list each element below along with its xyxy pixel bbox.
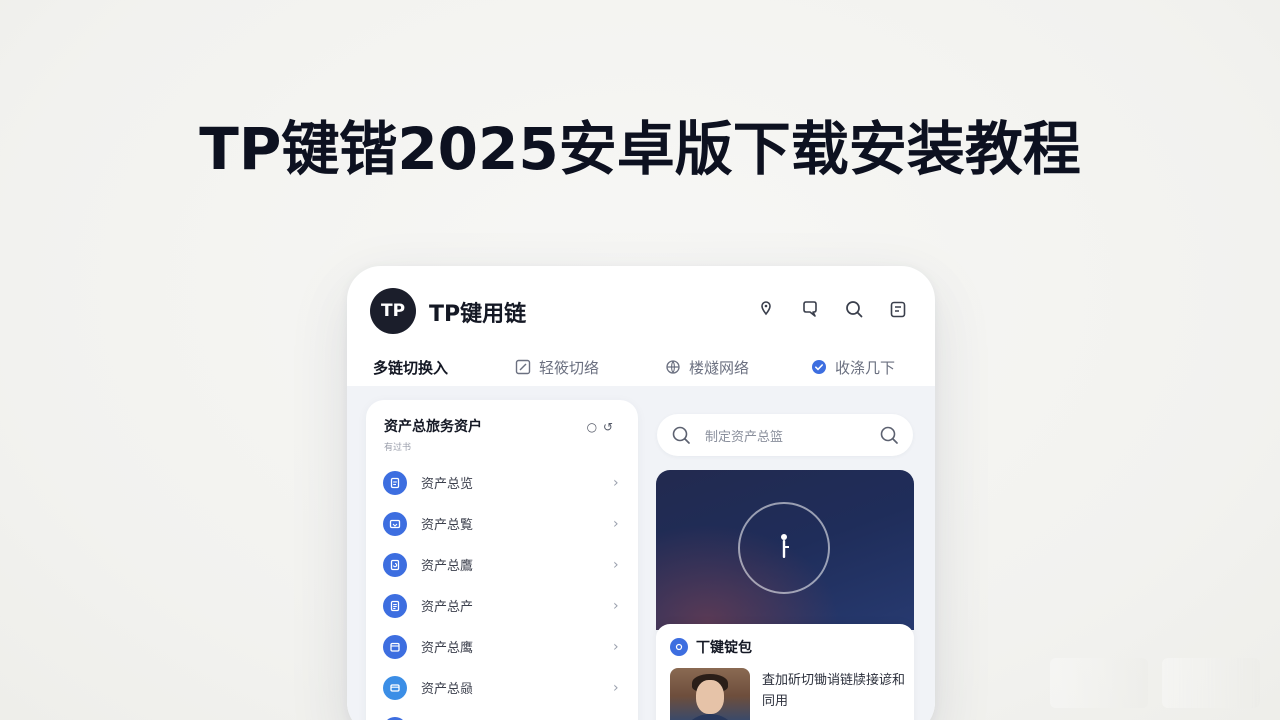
check-circle-icon xyxy=(812,360,826,374)
asset-panel-subtitle: 有过书 xyxy=(384,443,412,453)
app-mockup: TP TP键用链 多链切换入 轻筱切络 楼燧网络 收涤几下 资产总旅务资户 有过… xyxy=(347,266,935,720)
chevron-right-icon: › xyxy=(613,597,619,614)
search-bar[interactable]: 制定资产总篮 xyxy=(657,414,913,456)
list-item-partial[interactable] xyxy=(383,708,623,720)
tab-network[interactable]: 楼燧网络 xyxy=(665,350,811,384)
list-item-label: 资产总覧 xyxy=(421,518,474,533)
list-doc-icon xyxy=(383,593,407,618)
search-icon[interactable] xyxy=(843,298,865,320)
tab-bar: 多链切换入 轻筱切络 楼燧网络 收涤几下 xyxy=(373,350,913,390)
clipboard-icon[interactable] xyxy=(887,298,909,320)
list-item[interactable]: 资产总鷹 › xyxy=(383,544,623,585)
doc-icon xyxy=(383,470,407,495)
watermark xyxy=(1050,658,1260,708)
content-area: 资产总旅务资户 有过书 ○ ↺ 资产总览 › 资产总覧 › 资产总鷹 › 资产总… xyxy=(347,386,935,720)
app-logo: TP xyxy=(370,288,416,334)
card-icon xyxy=(383,675,407,700)
asset-panel: 资产总旅务资户 有过书 ○ ↺ 资产总览 › 资产总覧 › 资产总鷹 › 资产总… xyxy=(366,400,638,720)
tab-label: 收涤几下 xyxy=(835,358,896,377)
edit-icon xyxy=(515,359,531,375)
tab-label: 轻筱切络 xyxy=(539,358,600,377)
app-header: TP TP键用链 xyxy=(347,266,935,352)
asset-list: 资产总览 › 资产总覧 › 资产总鷹 › 资产总产 › 资产总鹰 › 资产总赑 … xyxy=(383,462,623,720)
page-title: TP键锴2025安卓版下载安装教程 xyxy=(199,115,1081,183)
search-input[interactable]: 制定资产总篮 xyxy=(705,426,879,445)
header-actions xyxy=(755,298,909,320)
tab-collect[interactable]: 收涤几下 xyxy=(811,350,911,384)
tab-switch[interactable]: 轻筱切络 xyxy=(515,350,665,384)
badge-icon xyxy=(670,638,688,656)
list-item[interactable]: 资产总产 › xyxy=(383,585,623,626)
chevron-right-icon: › xyxy=(613,556,619,573)
list-item[interactable]: 资产总鹰 › xyxy=(383,626,623,667)
chevron-right-icon: › xyxy=(613,515,619,532)
feature-card[interactable]: 丅键锭包 査加斫切锄诮链牍接谚和同用 xyxy=(656,624,914,720)
avatar xyxy=(670,668,750,720)
list-item-label: 资产总赑 xyxy=(421,682,474,697)
list-item[interactable]: 资产总覧 › xyxy=(383,503,623,544)
location-pin-icon[interactable] xyxy=(755,298,777,320)
chevron-right-icon: › xyxy=(613,679,619,696)
refresh-doc-icon xyxy=(383,552,407,577)
network-icon xyxy=(666,360,680,374)
chevron-right-icon: › xyxy=(613,638,619,655)
key-icon xyxy=(781,534,789,558)
tab-multi-chain[interactable]: 多链切换入 xyxy=(373,350,515,390)
list-item-label: 资产总鷹 xyxy=(421,559,474,574)
refresh-controls[interactable]: ○ ↺ xyxy=(587,420,614,434)
doc-icon xyxy=(383,716,407,720)
chat-icon[interactable] xyxy=(799,298,821,320)
search-icon xyxy=(672,426,690,444)
feature-title: 丅键锭包 xyxy=(696,640,752,656)
list-item-label: 资产总产 xyxy=(421,600,474,615)
chevron-right-icon: › xyxy=(613,474,619,491)
asset-panel-title: 资产总旅务资户 xyxy=(384,419,482,435)
list-item-label: 资产总鹰 xyxy=(421,641,474,656)
feature-text: 査加斫切锄诮链牍接谚和同用 xyxy=(762,673,906,709)
list-item-label: 资产总览 xyxy=(421,477,474,492)
tutorial-cover: TP键锴2025安卓版下载安装教程 TP TP键用链 多链切换入 轻筱切络 楼燧… xyxy=(0,0,1280,720)
calendar-icon xyxy=(383,634,407,659)
search-submit-icon[interactable] xyxy=(879,425,899,445)
hero-banner[interactable] xyxy=(656,470,914,630)
tab-label: 多链切换入 xyxy=(373,358,449,377)
list-item[interactable]: 资产总览 › xyxy=(383,462,623,503)
app-name: TP键用链 xyxy=(429,302,527,327)
list-item[interactable]: 资产总赑 › xyxy=(383,667,623,708)
tab-label: 楼燧网络 xyxy=(689,358,750,377)
wallet-icon xyxy=(383,511,407,536)
